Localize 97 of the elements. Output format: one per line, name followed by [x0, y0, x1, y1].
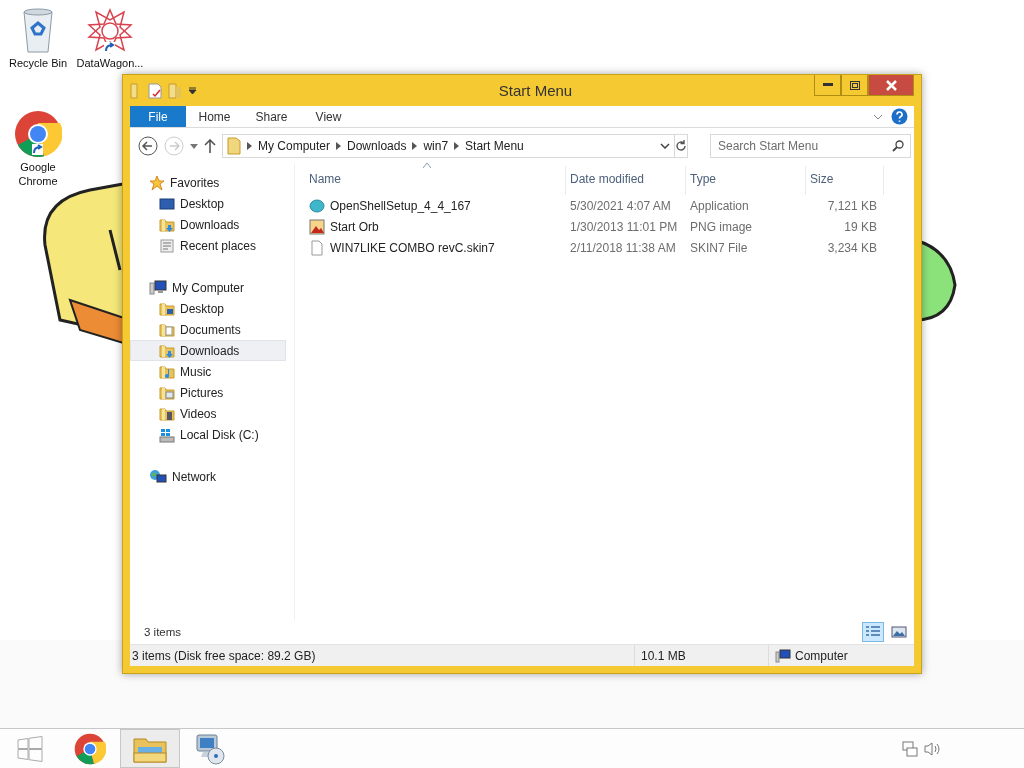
breadcrumb-arrow-icon	[247, 142, 252, 150]
breadcrumb-arrow-icon	[454, 142, 460, 150]
folder-icon	[227, 137, 241, 155]
view-button[interactable]	[862, 622, 884, 642]
chevron-down-icon[interactable]	[873, 113, 883, 120]
file-menu-button[interactable]: File	[130, 106, 186, 127]
column-header[interactable]: Date modified	[566, 166, 686, 195]
status-summary: 3 items (Disk free space: 89.2 GB)	[132, 648, 316, 663]
search-icon[interactable]	[892, 140, 904, 152]
star-icon	[149, 174, 165, 191]
drive-icon	[159, 426, 175, 443]
breadcrumb[interactable]: Start Menu	[465, 139, 524, 153]
network-status-icon[interactable]	[902, 740, 918, 757]
search-field[interactable]: Search Start Menu	[710, 134, 911, 158]
pictures-folder-icon	[159, 384, 175, 401]
recent-locations-button[interactable]	[190, 143, 198, 149]
navigation-item[interactable]: Local Disk (C:)	[130, 424, 286, 445]
videos-folder-icon	[159, 405, 175, 422]
back-button[interactable]	[138, 136, 158, 156]
chrome-icon	[74, 732, 106, 765]
computer-icon	[149, 279, 167, 296]
file-name[interactable]: OpenShellSetup_4_4_167	[330, 198, 471, 213]
breadcrumb[interactable]: win7	[423, 139, 449, 153]
ribbon-tab[interactable]: View	[300, 106, 357, 127]
picture-view-icon	[891, 625, 907, 639]
column-header[interactable]: Type	[686, 166, 806, 195]
file-size: 3,234 KB	[827, 240, 877, 255]
download-folder-icon	[159, 342, 175, 359]
windows-logo-icon	[17, 735, 43, 762]
item-count: 3 items	[144, 626, 182, 638]
file-icon	[309, 239, 325, 256]
maximize-button[interactable]	[841, 75, 868, 96]
desktop-icon-label[interactable]: DataWagon...	[76, 56, 144, 70]
chrome-icon	[14, 110, 62, 158]
refresh-button[interactable]	[675, 134, 688, 158]
up-arrow-icon	[204, 139, 216, 153]
navigation-item[interactable]: Videos	[130, 403, 286, 424]
navigation-item[interactable]: Downloads	[130, 340, 286, 361]
breadcrumb[interactable]: Downloads	[347, 139, 407, 153]
navigation-item[interactable]: Documents	[130, 319, 286, 340]
star-pattern-icon	[86, 8, 134, 54]
ribbon-tab[interactable]: Home	[186, 106, 243, 127]
file-size: 7,121 KB	[827, 198, 877, 213]
file-type: PNG image	[690, 219, 753, 234]
selection-size: 10.1 MB	[641, 648, 686, 663]
properties-icon	[148, 82, 162, 99]
recent-places-icon	[159, 237, 175, 254]
desktop-icon-label[interactable]: Recycle Bin	[8, 56, 68, 70]
computer-icon	[775, 648, 791, 663]
caret-icon	[190, 143, 198, 149]
navigation-item[interactable]: My Computer	[130, 277, 286, 298]
dropdown-arrow-icon[interactable]	[188, 86, 197, 95]
file-type: SKIN7 File	[690, 240, 748, 255]
file-size: 19 KB	[844, 219, 877, 234]
breadcrumb[interactable]: My Computer	[258, 139, 331, 153]
breadcrumb-arrow-icon	[336, 142, 342, 150]
date-modified: 2/11/2018 11:38 AM	[570, 240, 676, 255]
up-button[interactable]	[204, 139, 216, 153]
details-view-icon	[865, 625, 881, 639]
desktop-icon-label[interactable]: Google Chrome	[0, 160, 76, 188]
column-header[interactable]: Name	[305, 166, 566, 195]
column-header[interactable]: Size	[806, 166, 884, 195]
new-folder-icon	[168, 82, 182, 99]
date-modified: 1/30/2013 11:01 PM	[570, 219, 678, 234]
file-name[interactable]: Start Orb	[330, 219, 379, 234]
location-label: Computer	[795, 648, 848, 663]
navigation-item[interactable]: Desktop	[130, 193, 286, 214]
close-icon	[885, 79, 897, 91]
computer-disc-icon	[194, 732, 226, 765]
navigation-item[interactable]: Downloads	[130, 214, 286, 235]
download-folder-icon	[159, 216, 175, 233]
address-bar[interactable]: My Computer Downloads win7 Start Menu	[222, 134, 675, 158]
breadcrumb-arrow-icon	[412, 142, 418, 150]
monitor-icon	[159, 195, 175, 212]
navigation-item[interactable]: Desktop	[130, 298, 286, 319]
refresh-icon	[675, 140, 687, 152]
navigation-item[interactable]: Network	[130, 466, 286, 487]
folder-icon	[159, 300, 175, 317]
network-icon	[149, 468, 167, 485]
file-name[interactable]: WIN7LIKE COMBO revC.skin7	[330, 240, 495, 255]
navigation-item[interactable]: Music	[130, 361, 286, 382]
close-button[interactable]	[868, 75, 914, 96]
volume-icon[interactable]	[924, 740, 940, 757]
navigation-item[interactable]: Favorites	[130, 172, 286, 193]
image-file-icon	[309, 218, 325, 235]
file-type: Application	[690, 198, 749, 213]
navigation-item[interactable]: Pictures	[130, 382, 286, 403]
minimize-icon	[822, 83, 833, 87]
music-folder-icon	[159, 363, 175, 380]
date-modified: 5/30/2021 4:07 AM	[570, 198, 671, 213]
documents-folder-icon	[159, 321, 175, 338]
restore-icon	[849, 80, 860, 90]
window-title: Start Menu	[497, 82, 574, 99]
navigation-item[interactable]: Recent places	[130, 235, 286, 256]
minimize-button[interactable]	[814, 75, 841, 96]
ribbon-tab[interactable]: Share	[243, 106, 300, 127]
help-icon[interactable]	[891, 108, 908, 125]
